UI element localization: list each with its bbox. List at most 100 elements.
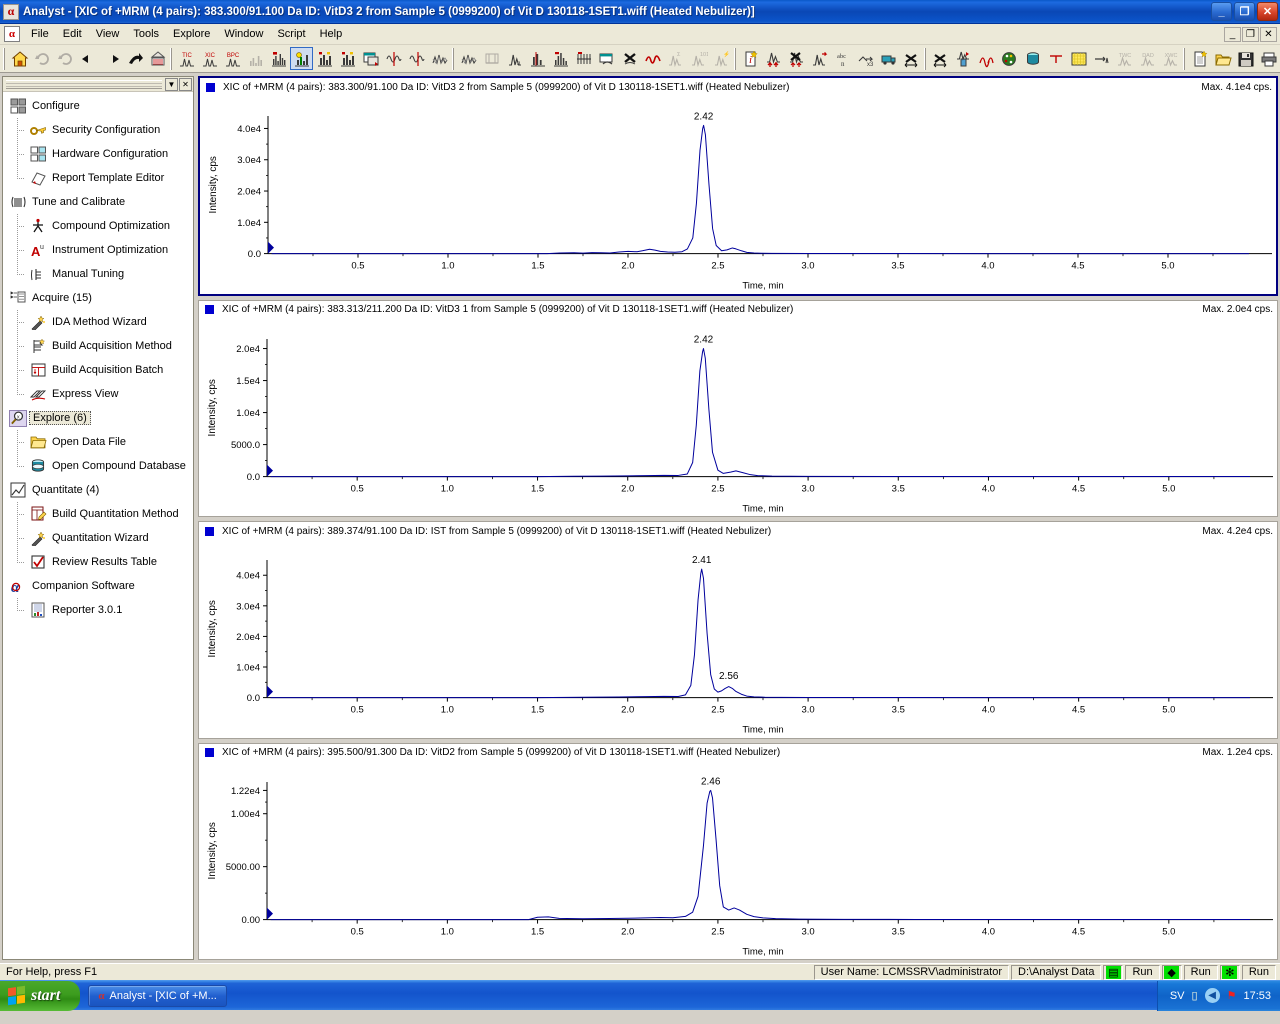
menu-file[interactable]: File: [24, 26, 56, 42]
sidebar-group-configure[interactable]: Configure: [3, 94, 193, 118]
queue-icon[interactable]: ▤: [1103, 964, 1124, 980]
forward-arrow-icon[interactable]: [100, 47, 123, 70]
menu-edit[interactable]: Edit: [56, 26, 89, 42]
link-broken-icon[interactable]: [54, 47, 77, 70]
abc-label-icon[interactable]: abc n: [831, 47, 854, 70]
sidebar-item-hardware-configuration[interactable]: Hardware Configuration: [3, 142, 193, 166]
xwc-icon[interactable]: XWC: [1159, 47, 1182, 70]
add-peaks-icon[interactable]: [762, 47, 785, 70]
sidebar-item-build-acquisition-method[interactable]: Build Acquisition Method: [3, 334, 193, 358]
smooth-wave-icon[interactable]: [382, 47, 405, 70]
toolbar-grip-1[interactable]: [170, 47, 172, 70]
sidebar-group-explore[interactable]: x Explore (6): [3, 406, 193, 430]
xic-icon[interactable]: XIC: [198, 47, 221, 70]
chart-pane-3[interactable]: XIC of +MRM (4 pairs): 389.374/91.100 Da…: [198, 521, 1278, 739]
back-arrow-icon[interactable]: [77, 47, 100, 70]
sidebar-item-build-quantitation-method[interactable]: Build Quantitation Method: [3, 502, 193, 526]
tray-language-indicator[interactable]: SV: [1170, 990, 1185, 1002]
spectrum-bars-icon[interactable]: [267, 47, 290, 70]
nav-dropdown-button[interactable]: ▼: [165, 77, 178, 91]
red-peak-wave-icon[interactable]: [641, 47, 664, 70]
arrow-to-peak-icon[interactable]: [1090, 47, 1113, 70]
iso-peaks-icon[interactable]: 101: [687, 47, 710, 70]
sidebar-item-quantitation-wizard[interactable]: Quantitation Wizard: [3, 526, 193, 550]
start-button[interactable]: start: [0, 980, 81, 1011]
bpc-icon[interactable]: BPC: [221, 47, 244, 70]
sidebar-group-acquire[interactable]: Acquire (15): [3, 286, 193, 310]
home-icon[interactable]: [8, 47, 31, 70]
toolbar-grip-0[interactable]: [3, 47, 5, 70]
smooth-wave-red-icon[interactable]: [405, 47, 428, 70]
chart-pane-4[interactable]: XIC of +MRM (4 pairs): 395.500/91.300 Da…: [198, 742, 1278, 960]
sidebar-item-build-acquisition-batch[interactable]: Build Acquisition Batch: [3, 358, 193, 382]
menu-help[interactable]: Help: [313, 26, 350, 42]
open-folder-icon[interactable]: [1211, 47, 1234, 70]
mdi-close-button[interactable]: ✕: [1260, 26, 1277, 42]
sidebar-group-quantitate[interactable]: Quantitate (4): [3, 478, 193, 502]
sidebar-item-security-configuration[interactable]: Security Configuration: [3, 118, 193, 142]
sidebar-group-tune-and-calibrate[interactable]: Tune and Calibrate: [3, 190, 193, 214]
spectrum-annot-a-icon[interactable]: [313, 47, 336, 70]
tic-icon[interactable]: TIC: [175, 47, 198, 70]
open-file-data-icon[interactable]: [146, 47, 169, 70]
copy-to-window-icon[interactable]: [595, 47, 618, 70]
overlay-window-icon[interactable]: [359, 47, 382, 70]
close-button[interactable]: ✕: [1257, 2, 1278, 21]
toolbar-grip-4[interactable]: [924, 47, 926, 70]
sidebar-group-companion-software[interactable]: α Companion Software: [3, 574, 193, 598]
sidebar-item-reporter-3-0-1[interactable]: Reporter 3.0.1: [3, 598, 193, 622]
x3-label-icon[interactable]: x3: [854, 47, 877, 70]
shield-alert-icon[interactable]: ⚑: [1227, 989, 1237, 1002]
spectrum-threshold-icon[interactable]: [549, 47, 572, 70]
delete-peaks-icon[interactable]: [785, 47, 808, 70]
arrows-expand-icon[interactable]: [900, 47, 923, 70]
print-icon[interactable]: [1257, 47, 1280, 70]
save-disk-icon[interactable]: [1234, 47, 1257, 70]
sidebar-item-report-template-editor[interactable]: Report Template Editor: [3, 166, 193, 190]
palette-icon[interactable]: [998, 47, 1021, 70]
chart-pane-1[interactable]: XIC of +MRM (4 pairs): 383.300/91.100 Da…: [198, 76, 1278, 296]
threshold-line-icon[interactable]: [526, 47, 549, 70]
sidebar-item-manual-tuning[interactable]: Manual Tuning: [3, 262, 193, 286]
sidebar-item-review-results-table[interactable]: Review Results Table: [3, 550, 193, 574]
sidebar-item-open-data-file[interactable]: Open Data File: [3, 430, 193, 454]
sigma-peaks-icon[interactable]: Σ: [664, 47, 687, 70]
mdi-minimize-button[interactable]: _: [1224, 26, 1241, 42]
subtract-spectra-icon[interactable]: [572, 47, 595, 70]
database-icon[interactable]: [1021, 47, 1044, 70]
sidebar-item-open-compound-database[interactable]: Open Compound Database: [3, 454, 193, 478]
battery-icon[interactable]: ▯: [1192, 989, 1198, 1002]
peak-label-a-icon[interactable]: n: [503, 47, 526, 70]
instrument-icon[interactable]: ◆: [1161, 964, 1182, 980]
truck-export-icon[interactable]: [877, 47, 900, 70]
grid-yellow-icon[interactable]: [1067, 47, 1090, 70]
chart-plot-area[interactable]: 0.00 5000.00 1.00e4 1.22e4 0.5 1.0 1.5 2.0 2.5 3.…: [199, 760, 1277, 960]
chart-pane-2[interactable]: XIC of +MRM (4 pairs): 383.313/211.200 D…: [198, 299, 1278, 517]
menu-tools[interactable]: Tools: [126, 26, 166, 42]
chart-plot-area[interactable]: 0.0 5000.0 1.0e4 1.5e4 2.0e4 0.5 1.0 1.5 2.0 2.5 3…: [199, 317, 1277, 517]
toolbar-grip-5[interactable]: [1183, 47, 1185, 70]
spectrum-annot-b-icon[interactable]: [336, 47, 359, 70]
zigzag-wave-icon[interactable]: [428, 47, 451, 70]
baseline-sub-icon[interactable]: [480, 47, 503, 70]
sidebar-item-ida-method-wizard[interactable]: IDA Method Wizard: [3, 310, 193, 334]
chart-plot-area[interactable]: 0.0 1.0e4 2.0e4 3.0e4 4.0e4 0.5 1.0 1.5 2.0 2.5 3.…: [200, 94, 1276, 294]
sidebar-item-instrument-optimization[interactable]: Au Instrument Optimization: [3, 238, 193, 262]
sidebar-item-express-view[interactable]: Express View: [3, 382, 193, 406]
back-arrow-icon[interactable]: ◀: [1204, 988, 1220, 1003]
red-pair-wave-icon[interactable]: [975, 47, 998, 70]
arrows-horiz-icon[interactable]: [929, 47, 952, 70]
status-run-3[interactable]: Run: [1241, 964, 1276, 980]
redo-arrow-icon[interactable]: [123, 47, 146, 70]
threshold-marker-icon[interactable]: [1044, 47, 1067, 70]
next-peak-icon[interactable]: [808, 47, 831, 70]
toolbar-grip-3[interactable]: [734, 47, 736, 70]
puzzle-icon[interactable]: ✻: [1219, 964, 1240, 980]
new-doc-star-icon[interactable]: [1188, 47, 1211, 70]
nav-close-button[interactable]: ✕: [179, 77, 192, 91]
status-run-2[interactable]: Run: [1183, 964, 1218, 980]
peak-marker-red-icon[interactable]: [952, 47, 975, 70]
info-new-icon[interactable]: i: [739, 47, 762, 70]
refresh-icon[interactable]: [31, 47, 54, 70]
twc-icon[interactable]: TWC: [1113, 47, 1136, 70]
